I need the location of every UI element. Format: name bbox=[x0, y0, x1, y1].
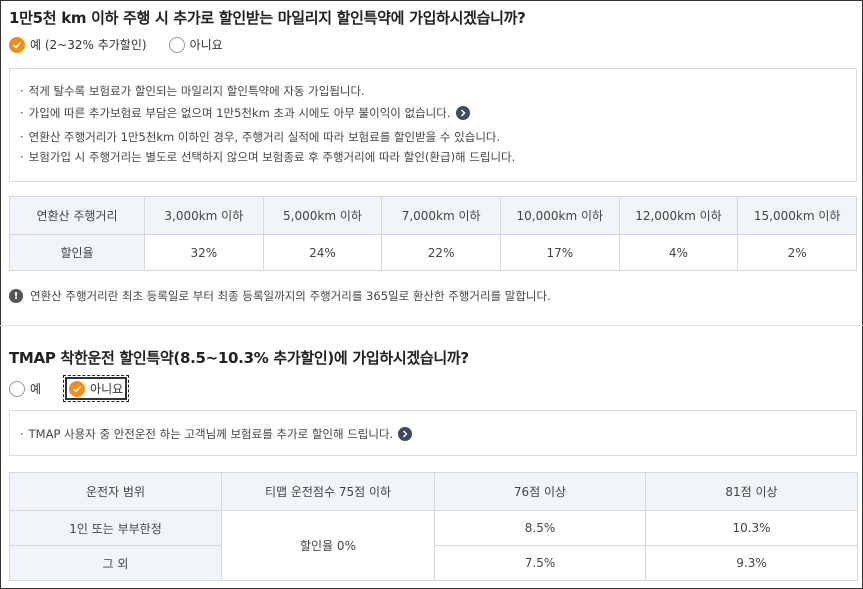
rate-cell: 2% bbox=[737, 234, 857, 271]
note-line: · TMAP 사용자 중 안전운전 하는 고객님께 보험료를 추가로 할인해 드립… bbox=[20, 426, 413, 442]
tmap-notes-box: · TMAP 사용자 중 안전운전 하는 고객님께 보험료를 추가로 할인해 드립… bbox=[9, 410, 857, 456]
mileage-question-title: 1만5천 km 이하 주행 시 추가로 할인받는 마일리지 할인특약에 가입하시… bbox=[9, 9, 526, 27]
radio-checked-icon bbox=[69, 380, 86, 397]
rate-cell: 22% bbox=[381, 234, 501, 271]
distance-cell: 3,000km 이하 bbox=[144, 196, 264, 235]
distance-cell: 15,000km 이하 bbox=[737, 196, 857, 235]
note-line: · 보험가입 시 주행거리는 별도로 선택하지 않으며 보험종료 후 주행거리에 … bbox=[20, 150, 516, 164]
tmap-radio-group: 예 아니요 bbox=[9, 375, 130, 402]
tmap-yes-label: 예 bbox=[30, 382, 42, 396]
rate81-cell: 10.3% bbox=[645, 510, 858, 546]
mileage-rate-table: 연환산 주행거리 3,000km 이하 5,000km 이하 7,000km 이… bbox=[9, 196, 857, 271]
distance-cell: 10,000km 이하 bbox=[499, 196, 620, 235]
distance-cell: 12,000km 이하 bbox=[618, 196, 739, 235]
merged-rate-cell: 할인율 0% bbox=[221, 510, 435, 581]
rate-cell: 17% bbox=[499, 234, 620, 271]
driver-range-cell: 1인 또는 부부한정 bbox=[9, 510, 222, 546]
distance-header: 연환산 주행거리 bbox=[9, 196, 145, 235]
score76-header: 76점 이상 bbox=[434, 472, 646, 511]
driver-range-header: 운전자 범위 bbox=[9, 472, 222, 511]
distance-cell: 5,000km 이하 bbox=[262, 196, 383, 235]
mileage-yes-radio[interactable]: 예 (2~32% 추가할인) bbox=[9, 36, 147, 53]
note-line: · 연환산 주행거리가 1만5천km 이하인 경우, 주행거리 실적에 따라 보험… bbox=[20, 130, 501, 144]
score75-header: 티맵 운전점수 75점 이하 bbox=[221, 472, 435, 511]
section-divider bbox=[0, 325, 863, 326]
mileage-no-radio[interactable]: 아니요 bbox=[168, 36, 223, 53]
mileage-no-label: 아니요 bbox=[189, 38, 223, 52]
chevron-right-icon[interactable] bbox=[398, 427, 413, 441]
radio-empty-icon bbox=[168, 36, 185, 53]
radio-checked-icon bbox=[9, 36, 25, 53]
rate76-cell: 7.5% bbox=[434, 545, 646, 581]
score81-header: 81점 이상 bbox=[645, 472, 858, 511]
rate76-cell: 8.5% bbox=[434, 510, 646, 546]
radio-empty-icon bbox=[9, 380, 25, 397]
tmap-rate-table: 운전자 범위 티맵 운전점수 75점 이하 76점 이상 81점 이상 1인 또… bbox=[9, 472, 858, 581]
mileage-notes-box: · 적게 탈수록 보험료가 할인되는 마일리지 할인특약에 자동 가입됩니다. ·… bbox=[9, 68, 857, 182]
chevron-right-icon[interactable] bbox=[455, 106, 470, 120]
rate81-cell: 9.3% bbox=[645, 545, 858, 581]
note-line: · 가입에 따른 추가보험료 부담은 없으며 1만5천km 초과 시에도 아무 불… bbox=[20, 105, 470, 121]
mileage-info-text: 연환산 주행거리란 최초 등록일로 부터 최종 등록일까지의 주행거리를 365… bbox=[30, 289, 551, 303]
mileage-info: ! 연환산 주행거리란 최초 등록일로 부터 최종 등록일까지의 주행거리를 3… bbox=[9, 288, 551, 304]
driver-range-cell: 그 외 bbox=[9, 545, 222, 581]
mileage-radio-group: 예 (2~32% 추가할인) 아니요 bbox=[9, 36, 223, 53]
rate-cell: 4% bbox=[618, 234, 739, 271]
tmap-question-title: TMAP 착한운전 할인특약(8.5~10.3% 추가할인)에 가입하시겠습니까… bbox=[9, 349, 469, 367]
rate-cell: 24% bbox=[262, 234, 383, 271]
tmap-no-radio[interactable]: 아니요 bbox=[63, 375, 130, 402]
tmap-no-label: 아니요 bbox=[90, 382, 124, 396]
note-line: · 적게 탈수록 보험료가 할인되는 마일리지 할인특약에 자동 가입됩니다. bbox=[20, 84, 365, 98]
tmap-yes-radio[interactable]: 예 bbox=[9, 380, 41, 397]
rate-header: 할인율 bbox=[9, 234, 145, 271]
rate-cell: 32% bbox=[144, 234, 264, 271]
exclamation-icon: ! bbox=[9, 289, 23, 303]
distance-cell: 7,000km 이하 bbox=[381, 196, 501, 235]
mileage-yes-label: 예 (2~32% 추가할인) bbox=[30, 38, 147, 52]
